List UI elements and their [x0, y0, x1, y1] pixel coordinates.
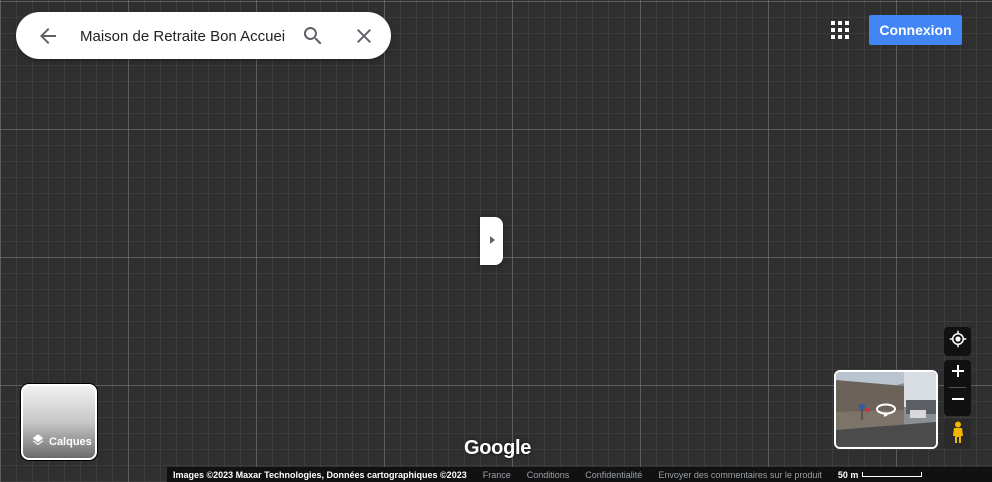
layers-label-group: Calques: [31, 433, 92, 450]
search-box: [16, 12, 391, 59]
search-input[interactable]: [80, 26, 290, 46]
google-logo: Google: [464, 437, 532, 459]
map-attribution: Images ©2023 Maxar Technologies, Données…: [173, 469, 467, 480]
map-footer: Images ©2023 Maxar Technologies, Données…: [167, 467, 992, 482]
pegman-icon: [951, 421, 965, 448]
side-panel-toggle[interactable]: [480, 217, 503, 265]
my-location-icon: [949, 330, 967, 353]
footer-link-privacy[interactable]: Confidentialité: [585, 470, 642, 480]
chevron-right-icon: [488, 232, 496, 250]
close-icon[interactable]: [352, 24, 376, 48]
street-view-pegman[interactable]: [944, 419, 971, 449]
footer-link-country[interactable]: France: [483, 470, 511, 480]
apps-grid-icon[interactable]: [828, 18, 852, 42]
zoom-control: [944, 360, 971, 416]
layers-icon: [31, 433, 45, 450]
layers-label: Calques: [49, 435, 92, 448]
zoom-in-button[interactable]: [944, 360, 971, 387]
search-icon[interactable]: [301, 24, 325, 48]
scale-label[interactable]: 50 m: [838, 470, 859, 480]
signin-button[interactable]: Connexion: [869, 15, 962, 45]
footer-link-terms[interactable]: Conditions: [527, 470, 570, 480]
my-location-button[interactable]: [944, 327, 971, 356]
footer-link-feedback[interactable]: Envoyer des commentaires sur le produit: [658, 470, 822, 480]
zoom-out-button[interactable]: [944, 388, 971, 415]
scale-bar[interactable]: [862, 472, 923, 477]
rotate-360-icon: [875, 402, 897, 423]
zoom-in-icon: [951, 364, 965, 383]
zoom-out-icon: [951, 392, 965, 411]
layers-button[interactable]: Calques: [21, 384, 97, 460]
arrow-back-icon[interactable]: [36, 24, 60, 48]
street-view-thumbnail[interactable]: [834, 370, 938, 449]
